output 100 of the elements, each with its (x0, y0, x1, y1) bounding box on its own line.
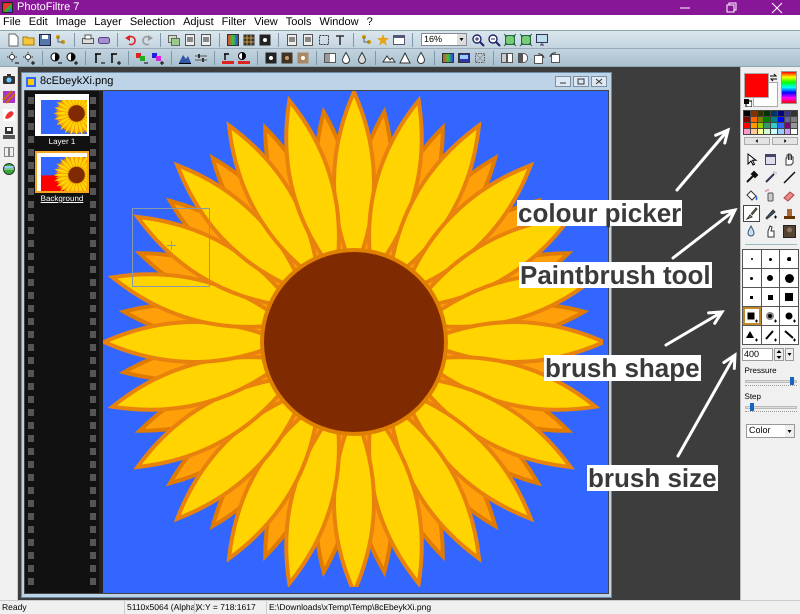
auto-contrast-icon[interactable] (237, 51, 251, 65)
brush-shape-button[interactable] (762, 269, 780, 287)
menu-item[interactable]: Edit (28, 14, 48, 31)
color-swatch[interactable] (778, 129, 784, 134)
color-swatch[interactable] (791, 129, 797, 134)
brightness-minus-icon[interactable] (6, 51, 20, 65)
camera-icon[interactable] (2, 72, 16, 86)
menu-item[interactable]: Image (56, 14, 86, 31)
color-swatch[interactable] (764, 123, 770, 128)
rotate-icon[interactable] (532, 51, 546, 65)
swap-colors-icon[interactable] (769, 73, 778, 82)
color-swatch[interactable] (791, 123, 797, 128)
sepia-tile-icon[interactable] (280, 51, 294, 65)
gradient-square-icon[interactable] (226, 32, 240, 46)
hue-spectrum-bar[interactable] (781, 71, 797, 104)
split-square-icon[interactable] (323, 51, 337, 65)
color-swatch[interactable] (758, 111, 764, 116)
brush-shape-button[interactable] (762, 307, 780, 325)
globe-icon[interactable] (2, 162, 16, 176)
dark-tile-icon[interactable] (264, 51, 278, 65)
color-swatch[interactable] (784, 123, 790, 128)
page-icon[interactable] (6, 32, 20, 46)
color-swatch[interactable] (778, 111, 784, 116)
color-swatch[interactable] (764, 117, 770, 122)
menu-item[interactable]: Adjust (183, 14, 214, 31)
color-swatch[interactable] (784, 117, 790, 122)
text-tool-icon[interactable] (333, 32, 347, 46)
menu-item[interactable]: Tools (286, 14, 312, 31)
color-bars-icon[interactable] (441, 51, 455, 65)
pictures-icon[interactable] (167, 32, 181, 46)
layer-name[interactable]: Background (40, 193, 84, 205)
water-drop-icon[interactable] (339, 51, 353, 65)
star-icon[interactable] (376, 32, 390, 46)
color-swatch[interactable] (750, 117, 756, 122)
document-icon[interactable] (285, 32, 299, 46)
close-icon[interactable] (591, 76, 607, 87)
auto-level-icon[interactable] (221, 51, 235, 65)
brush-shape-button[interactable] (780, 307, 798, 325)
spin-buttons-icon[interactable] (774, 348, 784, 361)
menu-item[interactable]: File (3, 14, 21, 31)
color-swatch[interactable] (750, 111, 756, 116)
window-icon[interactable] (392, 32, 406, 46)
dotted-frame-icon[interactable] (473, 51, 487, 65)
color-swatch[interactable] (791, 117, 797, 122)
mode-dropdown[interactable]: Color (746, 424, 795, 438)
color-swatch[interactable] (744, 123, 750, 128)
rotate-icon[interactable] (548, 51, 562, 65)
layers-icon[interactable] (360, 32, 374, 46)
dark-tile-icon[interactable] (258, 32, 272, 46)
color-swatch[interactable] (744, 111, 750, 116)
menu-item[interactable]: ? (366, 14, 373, 31)
color-swatch[interactable] (778, 123, 784, 128)
minimize-icon[interactable] (555, 76, 571, 87)
color-swatch[interactable] (771, 111, 777, 116)
color-swatch[interactable] (784, 111, 790, 116)
brush-size-field[interactable]: 400 (742, 348, 773, 361)
zoom-out-icon[interactable] (487, 32, 501, 46)
color-swatch[interactable] (758, 129, 764, 134)
cylinder-icon[interactable] (516, 51, 530, 65)
menu-item[interactable]: Filter (222, 14, 246, 31)
undo-arrow-icon[interactable] (124, 32, 138, 46)
menu-item[interactable]: Window (319, 14, 359, 31)
brush-shape-button[interactable] (762, 250, 780, 268)
contrast-minus-icon[interactable] (49, 51, 63, 65)
water-drop-icon[interactable] (414, 51, 428, 65)
fit-image-icon[interactable] (519, 32, 533, 46)
menu-item[interactable]: View (254, 14, 278, 31)
water-drop-icon[interactable] (355, 51, 369, 65)
color-swatch[interactable] (744, 129, 750, 134)
reset-colors-icon[interactable] (744, 99, 752, 107)
document-icon[interactable] (301, 32, 315, 46)
grid-icon[interactable] (242, 32, 256, 46)
brush-shape-button[interactable] (743, 288, 761, 306)
color-swatch[interactable] (764, 111, 770, 116)
brush-shape-button[interactable] (780, 288, 798, 306)
brush-shape-button[interactable] (762, 326, 780, 344)
document-icon[interactable] (183, 32, 197, 46)
printer-icon[interactable] (81, 32, 95, 46)
color-swatch[interactable] (750, 123, 756, 128)
color-swatch[interactable] (771, 129, 777, 134)
contrast-plus-icon[interactable] (65, 51, 79, 65)
saturation-minus-icon[interactable] (135, 51, 149, 65)
brush-shape-button[interactable] (780, 269, 798, 287)
sliders-icon[interactable] (194, 51, 208, 65)
gamma-minus-icon[interactable] (92, 51, 106, 65)
color-swatch[interactable] (784, 129, 790, 134)
screen-gradient-icon[interactable] (457, 51, 471, 65)
zoom-combo[interactable]: 16% (421, 33, 467, 46)
layer-thumbnail[interactable] (35, 151, 89, 193)
maximize-icon[interactable] (573, 76, 589, 87)
color-swatch[interactable] (771, 117, 777, 122)
menu-item[interactable]: Selection (130, 14, 176, 31)
tool-button[interactable] (781, 169, 798, 186)
layers-icon[interactable] (54, 32, 68, 46)
brush-shape-button[interactable] (762, 288, 780, 306)
brightness-plus-icon[interactable] (22, 51, 36, 65)
color-swatch[interactable] (778, 117, 784, 122)
color-swatches[interactable] (744, 73, 778, 107)
brush-shape-button[interactable] (743, 269, 761, 287)
color-swatch[interactable] (771, 123, 777, 128)
